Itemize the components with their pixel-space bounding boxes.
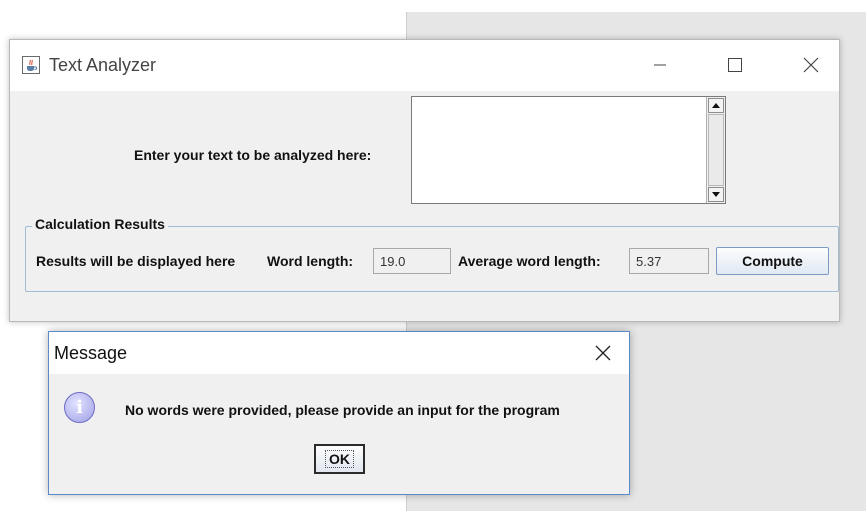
word-length-label: Word length: bbox=[267, 253, 354, 269]
close-icon bbox=[595, 345, 611, 361]
title-bar[interactable]: Text Analyzer bbox=[10, 40, 839, 91]
compute-button[interactable]: Compute bbox=[716, 247, 829, 275]
results-group-legend: Calculation Results bbox=[32, 216, 168, 232]
scroll-track[interactable] bbox=[708, 114, 724, 186]
input-prompt-label: Enter your text to be analyzed here: bbox=[134, 147, 372, 163]
scroll-down-button[interactable] bbox=[708, 187, 724, 202]
dialog-title: Message bbox=[54, 343, 128, 363]
message-dialog: Message i No words were provided, please… bbox=[48, 331, 630, 495]
close-button[interactable] bbox=[788, 50, 834, 80]
calculation-results-group: Calculation Results Results will be disp… bbox=[25, 216, 839, 292]
dialog-title-bar[interactable]: Message bbox=[49, 332, 629, 374]
average-word-length-label: Average word length: bbox=[458, 253, 601, 269]
minimize-button[interactable] bbox=[637, 50, 683, 80]
word-length-field: 19.0 bbox=[373, 248, 451, 274]
ok-button[interactable]: OK bbox=[314, 444, 365, 474]
ok-button-label: OK bbox=[325, 450, 354, 468]
close-icon bbox=[803, 57, 819, 73]
text-input-area[interactable] bbox=[411, 96, 726, 204]
dialog-message-text: No words were provided, please provide a… bbox=[125, 402, 560, 418]
results-status-label: Results will be displayed here bbox=[36, 253, 236, 269]
window-title: Text Analyzer bbox=[49, 55, 157, 75]
dialog-close-button[interactable] bbox=[583, 338, 623, 368]
maximize-icon bbox=[728, 58, 742, 72]
info-icon-glyph: i bbox=[76, 397, 83, 418]
arrow-up-icon bbox=[712, 103, 720, 108]
vertical-scrollbar[interactable] bbox=[706, 97, 725, 203]
maximize-button[interactable] bbox=[712, 50, 758, 80]
arrow-down-icon bbox=[712, 192, 720, 197]
java-cup-icon bbox=[22, 56, 40, 74]
average-word-length-field: 5.37 bbox=[629, 248, 709, 274]
text-analyzer-window: Text Analyzer Enter your text to be anal… bbox=[9, 39, 840, 322]
scroll-up-button[interactable] bbox=[708, 98, 724, 113]
minimize-icon bbox=[654, 64, 666, 66]
info-icon: i bbox=[64, 392, 95, 423]
